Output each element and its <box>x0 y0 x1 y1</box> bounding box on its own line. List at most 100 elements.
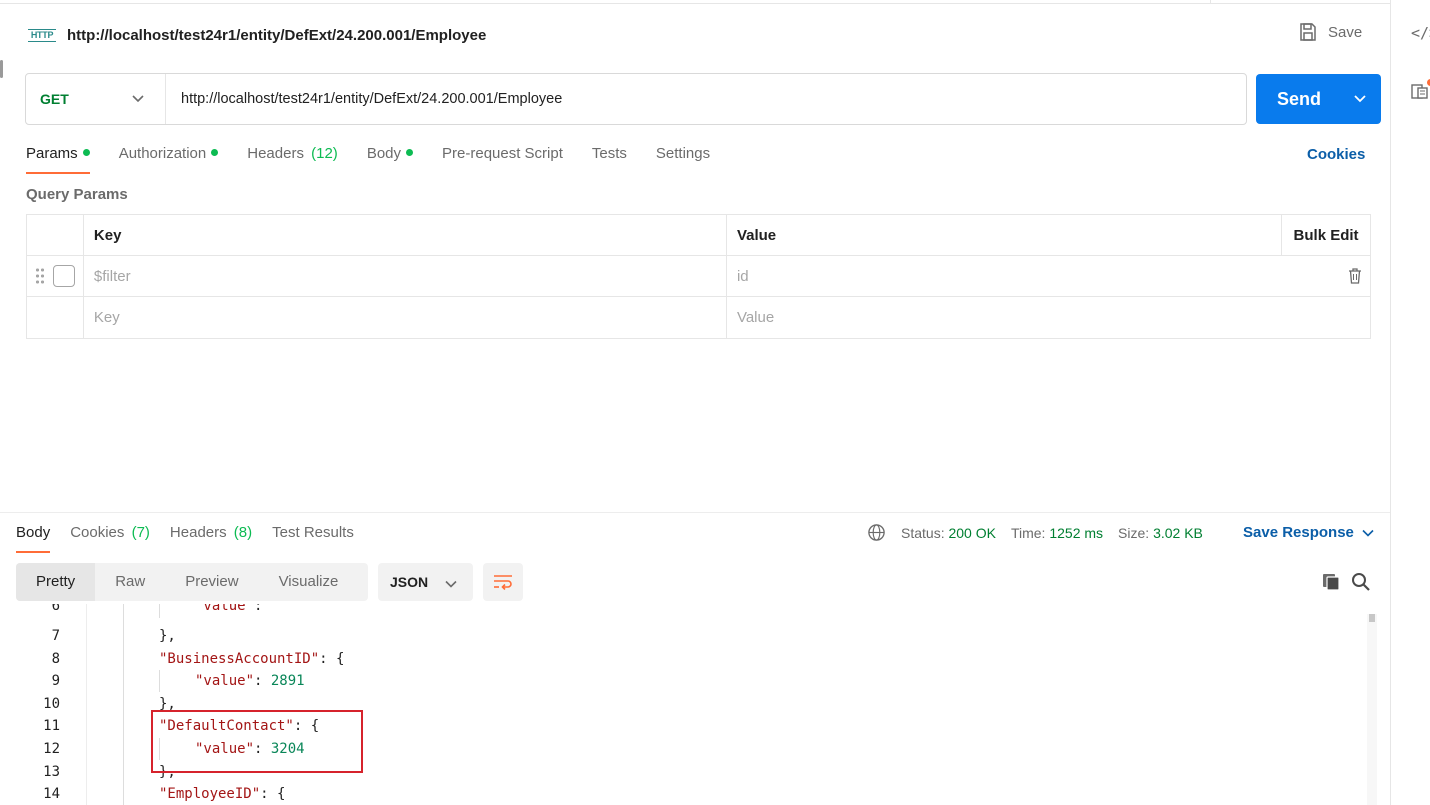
header-spacer <box>27 215 84 255</box>
right-rail: </> <box>1390 0 1430 805</box>
time-label: Time: <box>1010 524 1046 541</box>
url-input[interactable] <box>166 74 1246 124</box>
size-value: 3.02 KB <box>1153 524 1203 541</box>
send-options-chevron-icon[interactable] <box>1353 92 1367 106</box>
tab-pre-request-label: Pre-request Script <box>442 145 563 162</box>
pane-divider[interactable] <box>0 512 1390 513</box>
method-label: GET <box>40 91 69 107</box>
cookies-link[interactable]: Cookies <box>1307 146 1365 163</box>
param-key-input[interactable]: $filter <box>84 256 727 296</box>
tab-tests[interactable]: Tests <box>592 140 627 174</box>
param-value-text: id <box>736 267 749 285</box>
status-value: 200 OK <box>948 524 996 541</box>
editor-scrollbar[interactable] <box>1367 614 1377 805</box>
send-button[interactable]: Send <box>1256 74 1381 124</box>
params-indicator-dot <box>82 149 90 156</box>
save-label: Save <box>1328 23 1363 41</box>
code-icon[interactable]: </> <box>1411 24 1430 42</box>
table-row: $filter id <box>27 256 1370 297</box>
search-icon[interactable] <box>1351 572 1371 592</box>
size-info[interactable]: Size: 3.02 KB <box>1118 525 1203 541</box>
request-header: HTTP http://localhost/test24r1/entity/De… <box>28 18 486 52</box>
size-label: Size: <box>1118 524 1150 541</box>
tab-divider <box>1210 0 1390 4</box>
copy-icon[interactable] <box>1321 572 1341 592</box>
column-header-key: Key <box>84 215 727 255</box>
headers-count: (12) <box>311 145 338 162</box>
response-tab-headers[interactable]: Headers (8) <box>170 519 252 553</box>
tab-tests-label: Tests <box>591 145 627 162</box>
globe-icon[interactable] <box>867 523 886 542</box>
tab-settings-label: Settings <box>655 145 711 162</box>
response-tab-cookies[interactable]: Cookies (7) <box>70 519 150 553</box>
status-info[interactable]: Status: 200 OK <box>901 525 996 541</box>
query-params-label: Query Params <box>26 186 128 203</box>
view-pretty[interactable]: Pretty <box>16 563 96 601</box>
table-row-new: Key Value <box>27 297 1370 338</box>
wrap-lines-button[interactable] <box>483 563 523 601</box>
url-bar: GET <box>25 73 1247 125</box>
postman-window: </> HTTP http://localhost/test24r1/entit… <box>0 0 1430 805</box>
method-select[interactable]: GET <box>26 74 166 124</box>
table-header-row: Key Value Bulk Edit <box>27 215 1370 256</box>
request-title[interactable]: http://localhost/test24r1/entity/DefExt/… <box>67 27 486 44</box>
response-body-editor[interactable]: 6 "value": 7}, 8 "BusinessAccountID": { 9 "… <box>16 604 1363 805</box>
tab-body-label: Body <box>366 145 402 162</box>
tab-strip <box>0 0 1390 4</box>
column-header-value: Value <box>736 226 777 244</box>
tab-pre-request-script[interactable]: Pre-request Script <box>442 140 563 174</box>
view-raw[interactable]: Raw <box>95 563 165 601</box>
tab-params[interactable]: Params <box>26 140 90 174</box>
chevron-down-icon <box>445 580 457 588</box>
bulk-edit-button[interactable]: Bulk Edit <box>1281 215 1370 255</box>
line-number: 11 <box>43 718 60 735</box>
cookies-count: (7) <box>131 524 150 541</box>
indent-guide <box>159 670 160 692</box>
tab-headers[interactable]: Headers (12) <box>247 140 338 174</box>
drag-handle-icon[interactable] <box>35 267 45 285</box>
code-text: "EmployeeID": { <box>159 786 286 803</box>
save-response-button[interactable]: Save Response <box>1243 524 1374 541</box>
param-enabled-checkbox[interactable] <box>53 265 75 287</box>
response-tab-headers-label: Headers <box>169 524 227 541</box>
sidebar-collapse-handle[interactable] <box>0 60 3 78</box>
line-number: 12 <box>43 741 60 757</box>
scrollbar-thumb[interactable] <box>1369 614 1375 622</box>
format-select[interactable]: JSON <box>378 563 473 601</box>
tab-headers-label: Headers <box>247 145 304 162</box>
tab-authorization[interactable]: Authorization <box>119 140 219 174</box>
tab-body[interactable]: Body <box>366 140 414 174</box>
response-status-bar: Status: 200 OK Time: 1252 ms Size: 3.02 … <box>867 523 1203 542</box>
http-request-icon: HTTP <box>28 28 56 42</box>
line-number: 14 <box>43 786 60 803</box>
param-value-input[interactable]: id <box>727 256 1370 296</box>
row-controls-empty <box>27 297 84 338</box>
line-number: 7 <box>51 628 60 644</box>
code-text: "value": <box>195 604 263 614</box>
tab-authorization-label: Authorization <box>118 145 207 162</box>
code-text: "BusinessAccountID": { <box>159 650 345 667</box>
new-param-key-input[interactable]: Key <box>84 297 727 338</box>
view-visualize[interactable]: Visualize <box>259 563 359 601</box>
highlight-annotation-box <box>151 710 363 773</box>
save-button[interactable]: Save <box>1298 22 1362 42</box>
save-response-label: Save Response <box>1243 524 1354 541</box>
view-preview[interactable]: Preview <box>165 563 258 601</box>
indent-guide <box>123 604 124 805</box>
format-label: JSON <box>390 574 429 590</box>
wrap-lines-icon <box>494 575 512 590</box>
time-info[interactable]: Time: 1252 ms <box>1011 525 1103 541</box>
new-param-value-input[interactable]: Value <box>727 297 1370 338</box>
response-tab-body[interactable]: Body <box>16 519 51 553</box>
trash-icon[interactable] <box>1348 268 1362 284</box>
documentation-icon[interactable] <box>1411 82 1429 104</box>
code-text: }, <box>159 628 176 644</box>
tab-settings[interactable]: Settings <box>656 140 710 174</box>
code-text: "value": 2891 <box>195 673 305 690</box>
line-number: 10 <box>43 695 60 712</box>
send-label: Send <box>1276 88 1321 109</box>
gutter-divider <box>86 604 87 805</box>
chevron-down-icon <box>132 95 144 103</box>
response-tab-test-results[interactable]: Test Results <box>272 519 354 553</box>
time-value: 1252 ms <box>1049 524 1104 541</box>
